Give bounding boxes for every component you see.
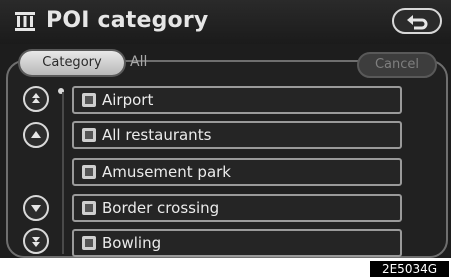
up-icon — [31, 131, 41, 138]
header-bar: POI category — [0, 0, 451, 44]
list-item[interactable]: Amusement park — [72, 158, 402, 186]
back-button[interactable] — [392, 8, 442, 34]
list-item[interactable]: Airport — [72, 86, 402, 114]
list-item-label: Border crossing — [102, 199, 220, 217]
border-crossing-icon — [82, 201, 96, 215]
list-item-label: All restaurants — [102, 126, 212, 144]
tab-all[interactable]: All — [130, 51, 170, 75]
page-down-button[interactable] — [23, 228, 49, 254]
page-down-icon — [32, 237, 40, 247]
list-item-label: Bowling — [102, 234, 162, 252]
page-title: POI category — [46, 8, 209, 33]
list-item[interactable]: Border crossing — [72, 194, 402, 222]
list-item[interactable]: Bowling — [72, 229, 402, 257]
scroll-down-button[interactable] — [23, 195, 49, 221]
building-icon — [14, 11, 36, 31]
bowling-icon — [82, 236, 96, 250]
amusement-park-icon — [82, 165, 96, 179]
page-up-icon — [32, 93, 40, 103]
figure-code: 2E5034G — [370, 261, 449, 277]
cancel-button[interactable]: Cancel — [357, 52, 437, 78]
restaurant-icon — [82, 128, 96, 142]
return-arrow-icon — [407, 15, 428, 30]
airport-icon — [82, 93, 96, 107]
page-up-button[interactable] — [23, 86, 49, 112]
scroll-up-button[interactable] — [23, 122, 49, 148]
navigation-screen: POI category Category All Cancel Airport… — [0, 0, 451, 258]
list-item-label: Airport — [102, 91, 154, 109]
list-item[interactable]: All restaurants — [72, 121, 402, 149]
tab-category[interactable]: Category — [20, 51, 124, 75]
list-item-label: Amusement park — [102, 163, 231, 181]
down-icon — [31, 205, 41, 212]
scroll-track — [62, 92, 64, 254]
